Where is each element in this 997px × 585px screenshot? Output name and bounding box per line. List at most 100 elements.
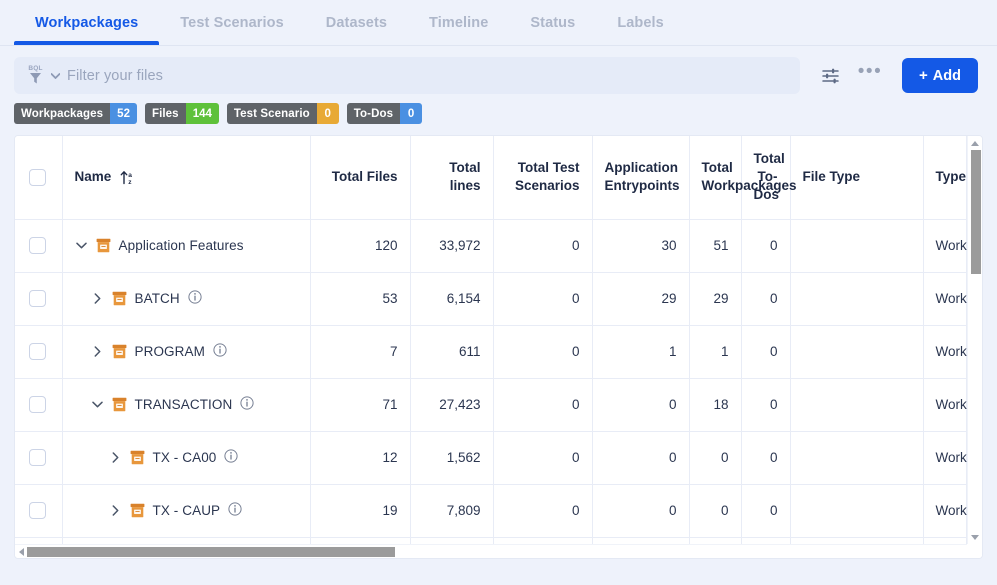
chip-label: Test Scenario xyxy=(226,103,317,124)
row-expand-toggle[interactable] xyxy=(109,451,122,464)
cell-total-workpackages: 51 xyxy=(689,219,742,273)
bql-icon-label: BQL xyxy=(28,64,43,72)
workpackage-box-icon xyxy=(112,344,126,359)
table-row[interactable]: PROGRAM76110110Workpackage xyxy=(15,325,967,379)
row-select-cell xyxy=(15,325,63,379)
row-checkbox[interactable] xyxy=(29,396,46,413)
row-name-label: PROGRAM xyxy=(134,344,205,359)
more-options-button[interactable]: ••• xyxy=(850,57,890,94)
select-all-checkbox[interactable] xyxy=(29,168,46,186)
cell-total-files: 120 xyxy=(310,219,411,273)
table-row[interactable]: TX - CA00121,5620000Workpackage xyxy=(15,431,967,485)
add-button-label: Add xyxy=(932,67,961,84)
row-checkbox[interactable] xyxy=(29,343,46,360)
scroll-down-arrow-icon[interactable] xyxy=(968,531,982,543)
row-expand-toggle[interactable] xyxy=(91,345,104,358)
cell-type: Workpackage xyxy=(923,272,967,326)
chip-count: 0 xyxy=(400,103,423,124)
tab-workpackages[interactable]: Workpackages xyxy=(14,0,160,45)
cell-total-todos: 0 xyxy=(741,378,791,432)
workpackages-table: Name a z Total Files Total lines Total T… xyxy=(15,136,967,544)
tab-timeline[interactable]: Timeline xyxy=(408,0,509,45)
cell-total-lines: 7,809 xyxy=(410,484,494,538)
chip-workpackages[interactable]: Workpackages 52 xyxy=(14,103,137,124)
cell-application-entrypoints: 0 xyxy=(592,537,690,544)
tab-status[interactable]: Status xyxy=(509,0,596,45)
table-row[interactable]: TRANSACTION7127,42300180Workpackage xyxy=(15,378,967,432)
row-info-icon[interactable] xyxy=(228,502,242,519)
bql-filter-icon[interactable]: BQL xyxy=(26,64,45,88)
row-expand-toggle[interactable] xyxy=(109,504,122,517)
cell-total-lines: 6,154 xyxy=(410,272,494,326)
column-header-total-lines[interactable]: Total lines xyxy=(410,136,494,220)
cell-total-test-scenarios: 0 xyxy=(493,272,593,326)
cell-file-type xyxy=(790,484,924,538)
cell-file-type xyxy=(790,537,924,544)
cell-file-type xyxy=(790,219,924,273)
cell-type: Workpackage xyxy=(923,431,967,485)
row-name-cell: TX - CAVW xyxy=(62,537,311,544)
chip-to-dos[interactable]: To-Dos 0 xyxy=(346,103,423,124)
svg-text:a: a xyxy=(129,172,133,179)
row-select-cell xyxy=(15,219,63,273)
search-input[interactable]: BQL Filter your files xyxy=(14,57,800,94)
row-info-icon[interactable] xyxy=(213,343,227,360)
column-header-total-files[interactable]: Total Files xyxy=(310,136,411,220)
sort-az-icon[interactable]: a z xyxy=(120,170,137,185)
sliders-icon xyxy=(821,68,839,83)
column-header-type[interactable]: Type xyxy=(923,136,967,220)
vertical-scrollbar[interactable] xyxy=(967,136,982,544)
row-info-icon[interactable] xyxy=(240,396,254,413)
table-row[interactable]: Application Features12033,972030510Workp… xyxy=(15,219,967,273)
tab-labels[interactable]: Labels xyxy=(596,0,685,45)
column-header-total-test-scenarios[interactable]: Total Test Scenarios xyxy=(493,136,593,220)
tab-label: Workpackages xyxy=(35,14,139,31)
column-header-total-workpackages[interactable]: Total Workpackages xyxy=(689,136,797,220)
table-body: Application Features12033,972030510Workp… xyxy=(15,219,967,544)
cell-total-lines: 27,423 xyxy=(410,378,494,432)
row-info-icon[interactable] xyxy=(188,290,202,307)
main-tabbar: Workpackages Test Scenarios Datasets Timeli… xyxy=(0,0,997,46)
row-checkbox[interactable] xyxy=(29,449,46,466)
cell-application-entrypoints: 0 xyxy=(592,484,690,538)
row-expand-toggle[interactable] xyxy=(91,292,104,305)
workpackage-box-icon xyxy=(130,450,144,465)
chip-test-scenario[interactable]: Test Scenario 0 xyxy=(226,103,339,124)
column-header-name[interactable]: Name a z xyxy=(62,136,311,220)
add-button[interactable]: + Add xyxy=(902,58,978,93)
scroll-left-arrow-icon[interactable] xyxy=(15,545,27,558)
row-select-cell xyxy=(15,537,63,544)
cell-total-test-scenarios: 0 xyxy=(493,431,593,485)
row-collapse-toggle[interactable] xyxy=(75,239,88,252)
table-row[interactable]: TX - CAUP197,8090000Workpackage xyxy=(15,484,967,538)
table-row[interactable]: BATCH536,154029290Workpackage xyxy=(15,272,967,326)
chip-files[interactable]: Files 144 xyxy=(144,103,219,124)
cell-total-lines: 2,217 xyxy=(410,537,494,544)
funnel-icon xyxy=(30,72,41,83)
row-checkbox[interactable] xyxy=(29,502,46,519)
table-scroll-viewport: Name a z Total Files Total lines Total T… xyxy=(15,136,967,544)
cell-total-test-scenarios: 0 xyxy=(493,325,593,379)
table-row[interactable]: TX - CAVW152,2170000Workpackage xyxy=(15,537,967,544)
chevron-down-icon[interactable] xyxy=(51,72,60,79)
ellipsis-icon: ••• xyxy=(857,60,883,82)
tab-test-scenarios[interactable]: Test Scenarios xyxy=(159,0,304,45)
horizontal-scrollbar[interactable] xyxy=(15,544,967,558)
column-header-file-type[interactable]: File Type xyxy=(790,136,924,220)
row-name-label: TRANSACTION xyxy=(134,397,233,412)
row-collapse-toggle[interactable] xyxy=(91,398,104,411)
vertical-scrollbar-thumb[interactable] xyxy=(971,150,981,274)
column-header-application-entrypoints[interactable]: Application Entrypoints xyxy=(592,136,690,220)
tab-datasets[interactable]: Datasets xyxy=(305,0,408,45)
row-info-icon[interactable] xyxy=(224,449,239,466)
row-checkbox[interactable] xyxy=(29,290,46,307)
row-checkbox[interactable] xyxy=(29,237,46,254)
cell-type: Workpackage xyxy=(923,325,967,379)
horizontal-scrollbar-thumb[interactable] xyxy=(27,547,395,557)
column-settings-button[interactable] xyxy=(810,57,850,94)
cell-total-todos: 0 xyxy=(741,537,791,544)
tab-label: Timeline xyxy=(429,14,489,31)
scroll-up-arrow-icon[interactable] xyxy=(968,137,982,149)
tab-label: Status xyxy=(530,14,576,31)
plus-icon: + xyxy=(919,67,928,84)
